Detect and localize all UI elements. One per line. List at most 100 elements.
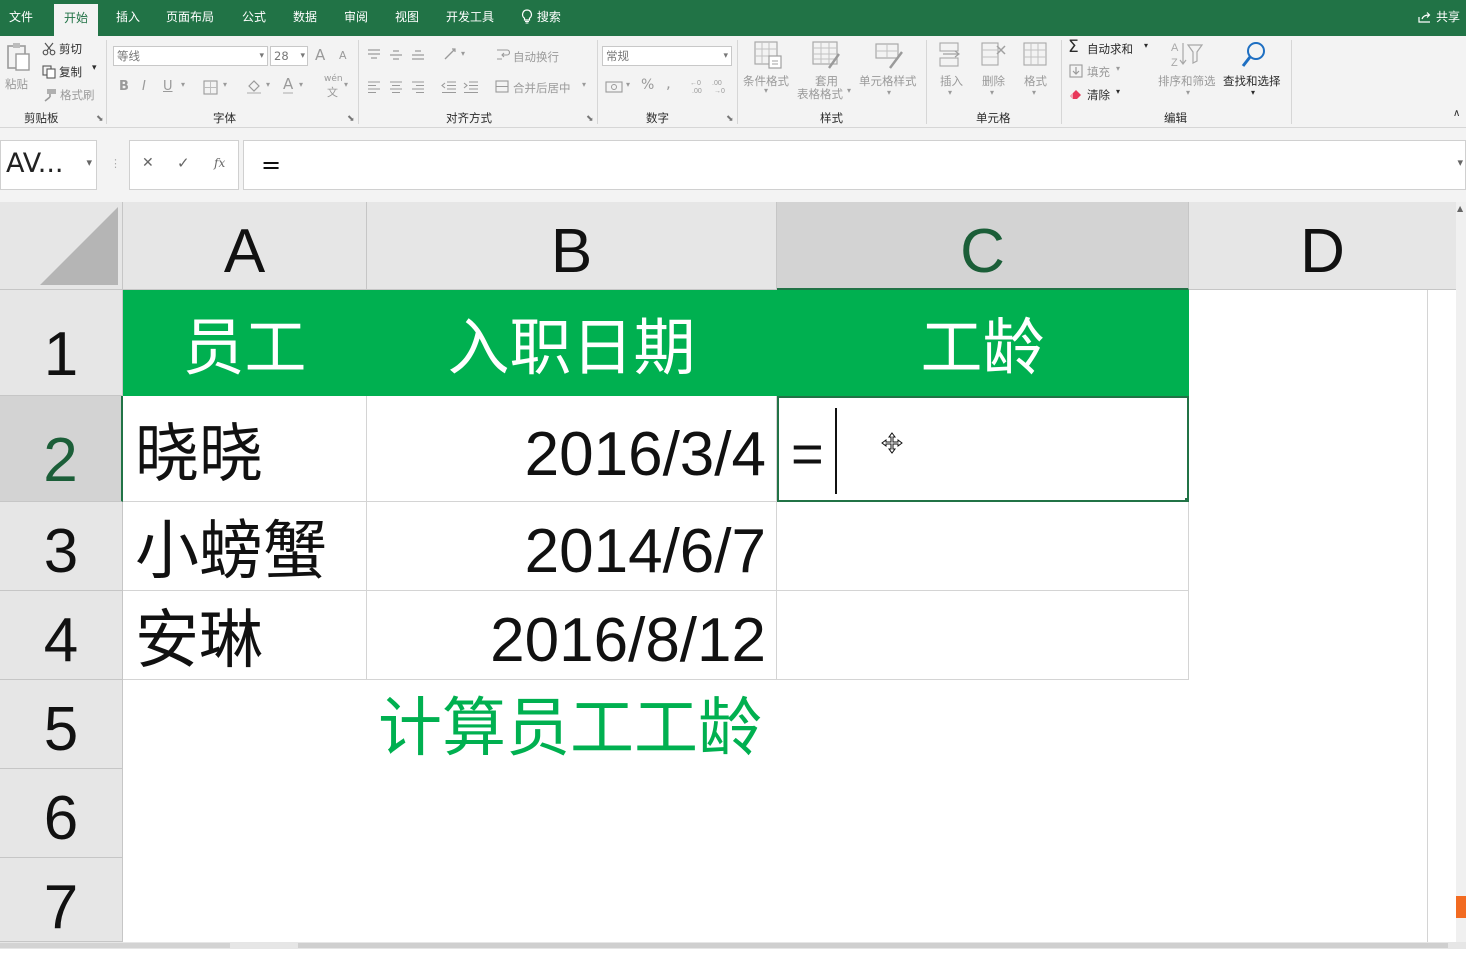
align-bottom-icon[interactable] [411, 49, 425, 61]
decrease-indent-icon[interactable] [441, 81, 457, 93]
cancel-icon[interactable]: ✕ [142, 155, 154, 171]
cell-a2[interactable]: 晓晓 [123, 396, 367, 502]
fill-color-icon[interactable] [246, 78, 262, 94]
autosum-button[interactable]: Σ 自动求和 ▾ [1068, 37, 1154, 59]
comma-button[interactable]: , [666, 74, 671, 92]
cell-b3[interactable]: 2014/6/7 [367, 502, 777, 591]
increase-decimal-icon[interactable]: ←0.00 [690, 78, 708, 94]
clear-button[interactable]: 清除 ▾ [1068, 85, 1128, 105]
select-all-corner[interactable] [0, 202, 123, 290]
column-header-a[interactable]: A [123, 202, 367, 290]
column-header-b[interactable]: B [367, 202, 777, 290]
row-header-6[interactable]: 6 [0, 769, 123, 858]
number-format-dropdown[interactable]: 常规 ▾ [602, 46, 732, 66]
paste-button[interactable]: 粘贴 [3, 40, 33, 100]
currency-dropdown-icon[interactable]: ▾ [626, 80, 630, 89]
tab-file[interactable]: 文件 [9, 0, 33, 36]
wrap-text-button[interactable]: 自动换行 [513, 49, 559, 65]
column-header-d[interactable]: D [1189, 202, 1456, 290]
align-middle-icon[interactable] [389, 49, 403, 61]
fill-dropdown-icon[interactable]: ▾ [266, 80, 270, 89]
cell-a4[interactable]: 安琳 [123, 591, 367, 680]
border-dropdown-icon[interactable]: ▾ [223, 80, 227, 89]
underline-dropdown-icon[interactable]: ▾ [181, 80, 185, 89]
search-box[interactable]: 搜索 [521, 0, 561, 36]
underline-button[interactable]: U [163, 79, 173, 94]
align-top-icon[interactable] [367, 49, 381, 61]
tab-developer[interactable]: 开发工具 [446, 0, 494, 36]
cell-c4[interactable] [777, 591, 1189, 680]
copy-button[interactable]: 复制 ▾ [42, 63, 102, 81]
currency-icon[interactable] [605, 80, 623, 94]
orientation-icon[interactable] [443, 47, 459, 61]
font-color-button[interactable]: A [283, 77, 294, 94]
insert-function-icon[interactable]: fx [214, 156, 225, 170]
tab-review[interactable]: 审阅 [344, 0, 368, 36]
cut-button[interactable]: 剪切 [42, 40, 92, 58]
tab-data[interactable]: 数据 [293, 0, 317, 36]
alignment-launcher-icon[interactable]: ⬊ [586, 114, 594, 124]
caption-text[interactable]: 计算员工工龄 [378, 688, 762, 770]
tab-home[interactable]: 开始 [54, 4, 99, 36]
cell-styles-button[interactable]: 单元格样式 ▾ [858, 40, 922, 106]
row-header-1[interactable]: 1 [0, 290, 123, 396]
cell-c2-active[interactable]: = [777, 396, 1189, 502]
bold-button[interactable]: B [119, 79, 129, 94]
number-launcher-icon[interactable]: ⬊ [726, 114, 734, 124]
font-color-dropdown-icon[interactable]: ▾ [299, 80, 303, 89]
align-left-icon[interactable] [367, 81, 381, 93]
align-center-icon[interactable] [389, 81, 403, 93]
name-box[interactable]: AV... ▾ [0, 140, 97, 190]
format-painter-button[interactable]: 格式刷 [42, 86, 102, 104]
grow-font-button[interactable]: A [315, 46, 325, 64]
font-name-dropdown[interactable]: 等线 ▾ [113, 46, 268, 66]
cell-c3[interactable] [777, 502, 1189, 591]
column-header-c[interactable]: C [777, 202, 1189, 290]
format-as-table-button[interactable]: 套用 表格格式 ▾ [796, 40, 856, 106]
sheet-tabs-strip[interactable] [0, 943, 230, 948]
find-select-button[interactable]: 查找和选择 ▾ [1222, 40, 1286, 106]
tab-formulas[interactable]: 公式 [242, 0, 266, 36]
formula-input[interactable]: = ▾ [243, 140, 1466, 190]
collapse-ribbon-icon[interactable]: ∧ [1453, 108, 1460, 119]
format-cells-button[interactable]: 格式 ▾ [1019, 40, 1053, 106]
row-header-2[interactable]: 2 [0, 396, 123, 502]
row-header-5[interactable]: 5 [0, 680, 123, 769]
chevron-down-icon[interactable]: ▾ [86, 156, 92, 169]
enter-icon[interactable]: ✓ [177, 154, 190, 172]
cell-c1[interactable]: 工龄 [777, 290, 1189, 396]
scroll-up-icon[interactable]: ▲ [1457, 204, 1463, 213]
fill-button[interactable]: 填充 ▾ [1068, 62, 1128, 82]
merge-dropdown-icon[interactable]: ▾ [582, 80, 586, 89]
phonetic-dropdown-icon[interactable]: ▾ [344, 80, 348, 89]
tab-view[interactable]: 视图 [395, 0, 419, 36]
font-launcher-icon[interactable]: ⬊ [347, 114, 355, 124]
cell-a3[interactable]: 小螃蟹 [123, 502, 367, 591]
row-header-7[interactable]: 7 [0, 858, 123, 942]
insert-cells-button[interactable]: 插入 ▾ [935, 40, 969, 106]
row-header-3[interactable]: 3 [0, 502, 123, 591]
delete-cells-button[interactable]: 删除 ▾ [977, 40, 1011, 106]
conditional-formatting-button[interactable]: 条件格式 ▾ [742, 40, 794, 106]
tab-page-layout[interactable]: 页面布局 [166, 0, 214, 36]
tab-insert[interactable]: 插入 [116, 0, 140, 36]
shrink-font-button[interactable]: A [339, 49, 347, 62]
percent-button[interactable]: % [641, 77, 654, 93]
expand-formula-icon[interactable]: ▾ [1457, 156, 1463, 169]
resize-handle-icon[interactable]: ⋮ [110, 157, 121, 170]
cell-b4[interactable]: 2016/8/12 [367, 591, 777, 680]
orientation-dropdown-icon[interactable]: ▾ [461, 49, 465, 58]
cell-b1[interactable]: 入职日期 [367, 290, 777, 396]
increase-indent-icon[interactable] [463, 81, 479, 93]
merge-center-button[interactable]: 合并后居中 [513, 80, 571, 96]
align-right-icon[interactable] [411, 81, 425, 93]
decrease-decimal-icon[interactable]: .00→0 [712, 78, 730, 94]
phonetic-button[interactable]: wén [324, 74, 343, 84]
sort-filter-button[interactable]: AZ 排序和筛选 ▾ [1157, 40, 1219, 106]
horizontal-scroll-thumb[interactable] [298, 943, 1448, 948]
cell-b2[interactable]: 2016/3/4 [367, 396, 777, 502]
cell-a1[interactable]: 员工 [123, 290, 367, 396]
horizontal-scrollbar[interactable] [0, 942, 1466, 949]
italic-button[interactable]: I [142, 79, 146, 94]
row-header-4[interactable]: 4 [0, 591, 123, 680]
